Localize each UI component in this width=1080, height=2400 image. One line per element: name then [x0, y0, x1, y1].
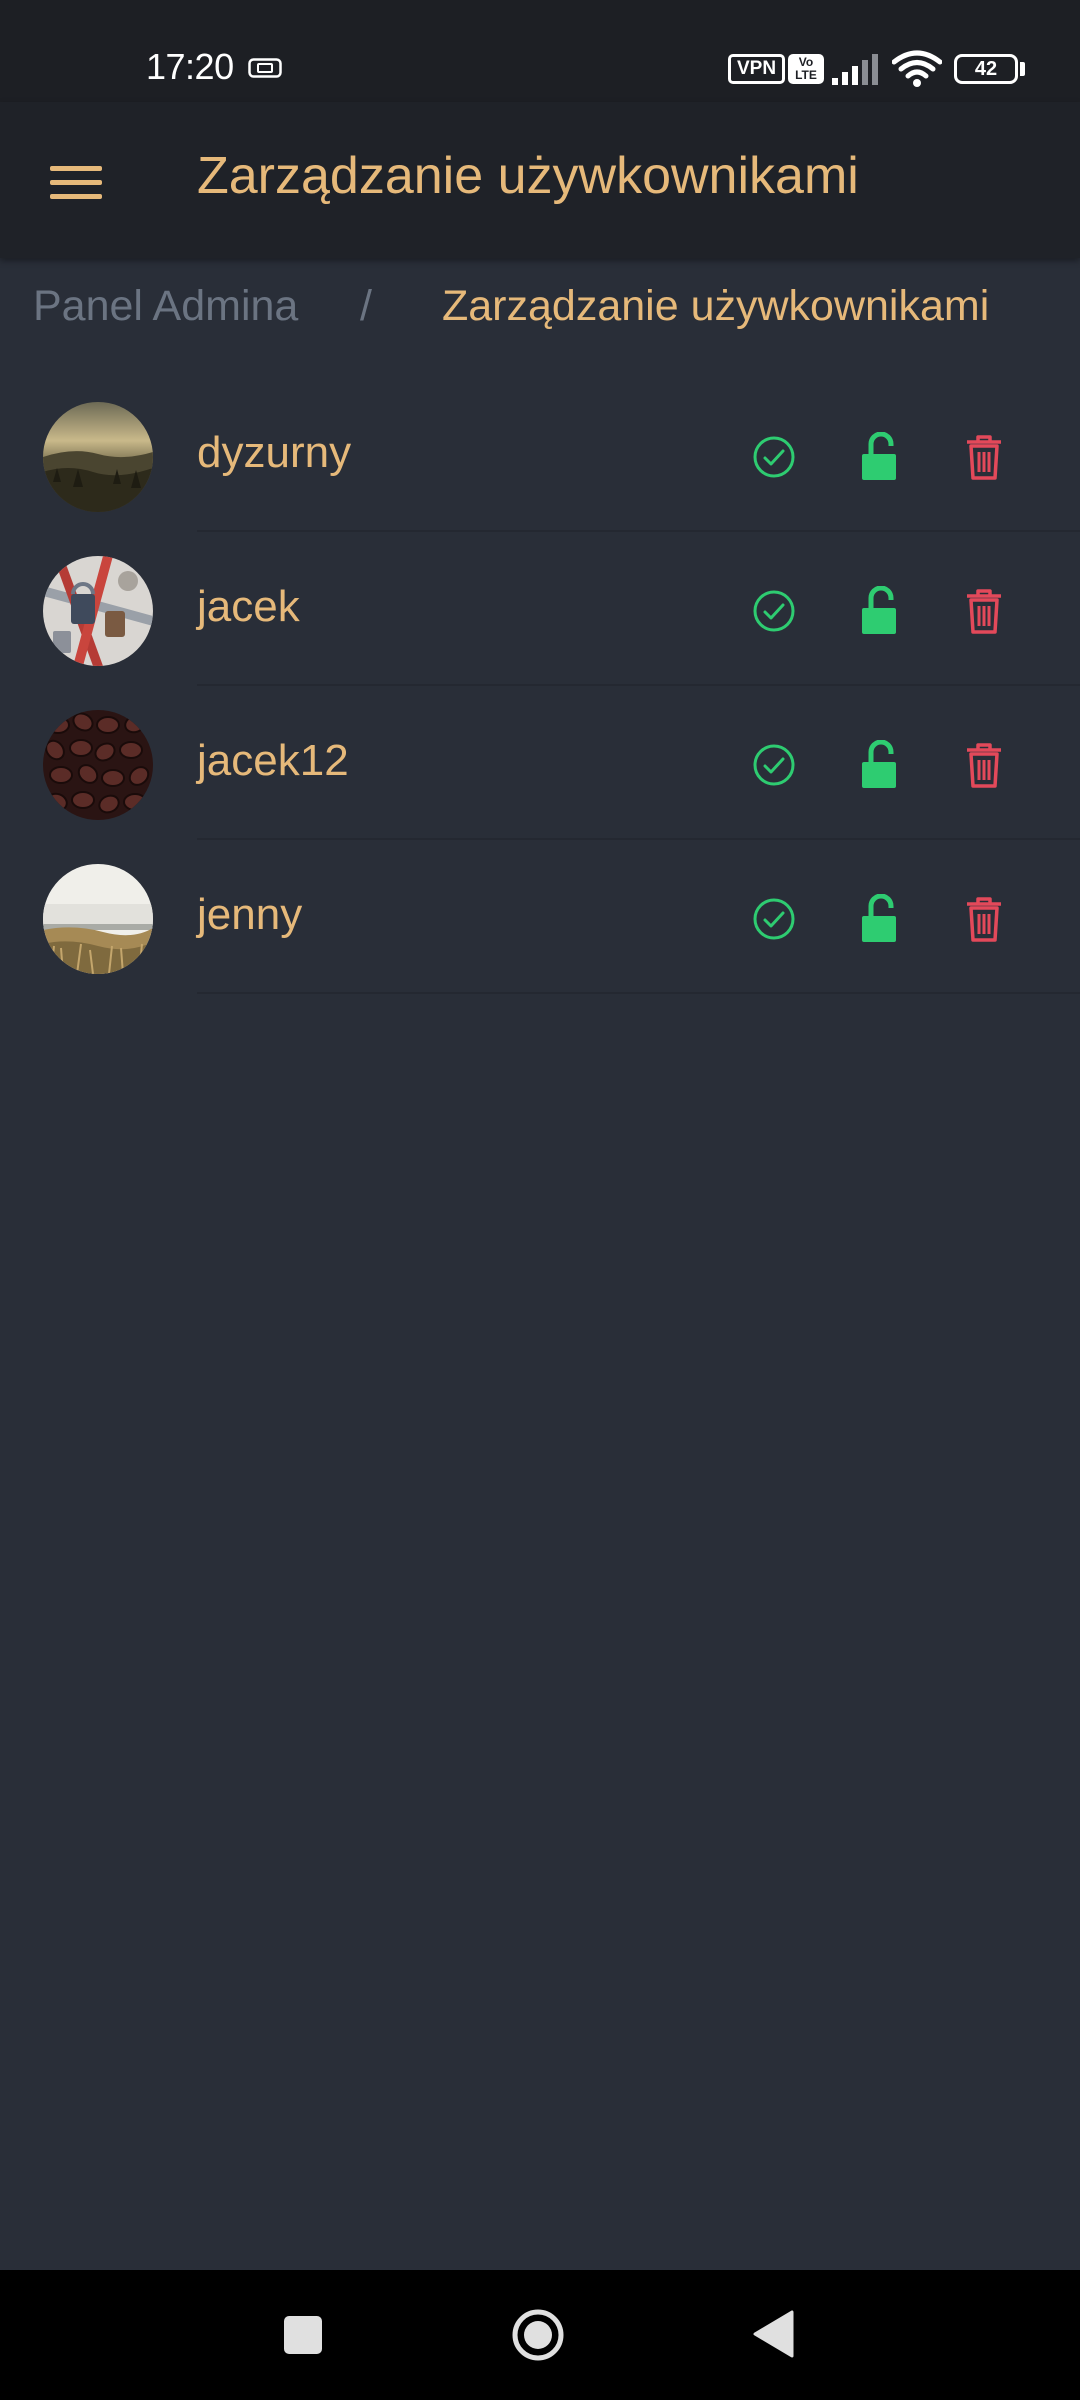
battery-tip: [1020, 62, 1025, 76]
row-divider: [197, 992, 1080, 994]
signal-icon: [832, 54, 878, 85]
recents-square-icon[interactable]: [284, 2316, 322, 2354]
status-time: 17:20: [146, 46, 234, 87]
unlock-icon[interactable]: [844, 884, 914, 954]
back-triangle-icon[interactable]: [752, 2310, 794, 2358]
beach-avatar-image: [43, 864, 153, 974]
status-icons: VPN Vo LTE 42: [680, 0, 1080, 102]
unlock-icon[interactable]: [844, 576, 914, 646]
landscape-avatar-image: [43, 402, 153, 512]
wifi-icon: [892, 50, 942, 87]
avatar: [43, 710, 153, 820]
username: jacek12: [197, 736, 349, 785]
battery-level: 42: [974, 58, 998, 80]
system-navigation-bar: [0, 2270, 1080, 2400]
unlock-icon[interactable]: [844, 422, 914, 492]
user-row[interactable]: jenny: [0, 840, 1080, 994]
vpn-badge: VPN: [728, 54, 786, 84]
delete-icon[interactable]: [949, 422, 1019, 492]
delete-icon[interactable]: [949, 576, 1019, 646]
active-status-icon[interactable]: [739, 884, 809, 954]
active-status-icon[interactable]: [739, 730, 809, 800]
home-circle-icon[interactable]: [511, 2308, 565, 2362]
volte-badge: Vo LTE: [788, 54, 824, 84]
active-status-icon[interactable]: [739, 422, 809, 492]
hamburger-menu-icon[interactable]: [36, 142, 116, 222]
status-bar: 17:20 VPN Vo LTE 42: [0, 0, 1080, 102]
page-title: Zarządzanie używkownikami: [197, 147, 859, 205]
user-row[interactable]: jacek12: [0, 686, 1080, 840]
active-status-icon[interactable]: [739, 576, 809, 646]
avatar: [43, 402, 153, 512]
user-row[interactable]: dyzurny: [0, 378, 1080, 532]
avatar: [43, 864, 153, 974]
sim-card-icon: [248, 58, 282, 78]
delete-icon[interactable]: [949, 884, 1019, 954]
username: jacek: [197, 582, 300, 631]
avatar: [43, 556, 153, 666]
breadcrumb-separator: /: [360, 282, 372, 330]
user-row[interactable]: jacek: [0, 532, 1080, 686]
user-list: dyzurny jacek jacek12 jenny: [0, 378, 1080, 994]
breadcrumb: Panel Admina / Zarządzanie używkownikami: [0, 258, 1080, 358]
unlock-icon[interactable]: [844, 730, 914, 800]
username: dyzurny: [197, 428, 352, 477]
breadcrumb-item-panel-admina[interactable]: Panel Admina: [33, 282, 298, 331]
delete-icon[interactable]: [949, 730, 1019, 800]
coffee-beans-avatar-image: [43, 710, 153, 820]
app-bar: Zarządzanie używkownikami: [0, 102, 1080, 258]
padlocks-avatar-image: [43, 556, 153, 666]
username: jenny: [197, 890, 303, 939]
battery-icon: 42: [954, 54, 1018, 84]
volte-bottom: LTE: [795, 68, 817, 82]
breadcrumb-item-current: Zarządzanie używkownikami: [442, 282, 990, 330]
